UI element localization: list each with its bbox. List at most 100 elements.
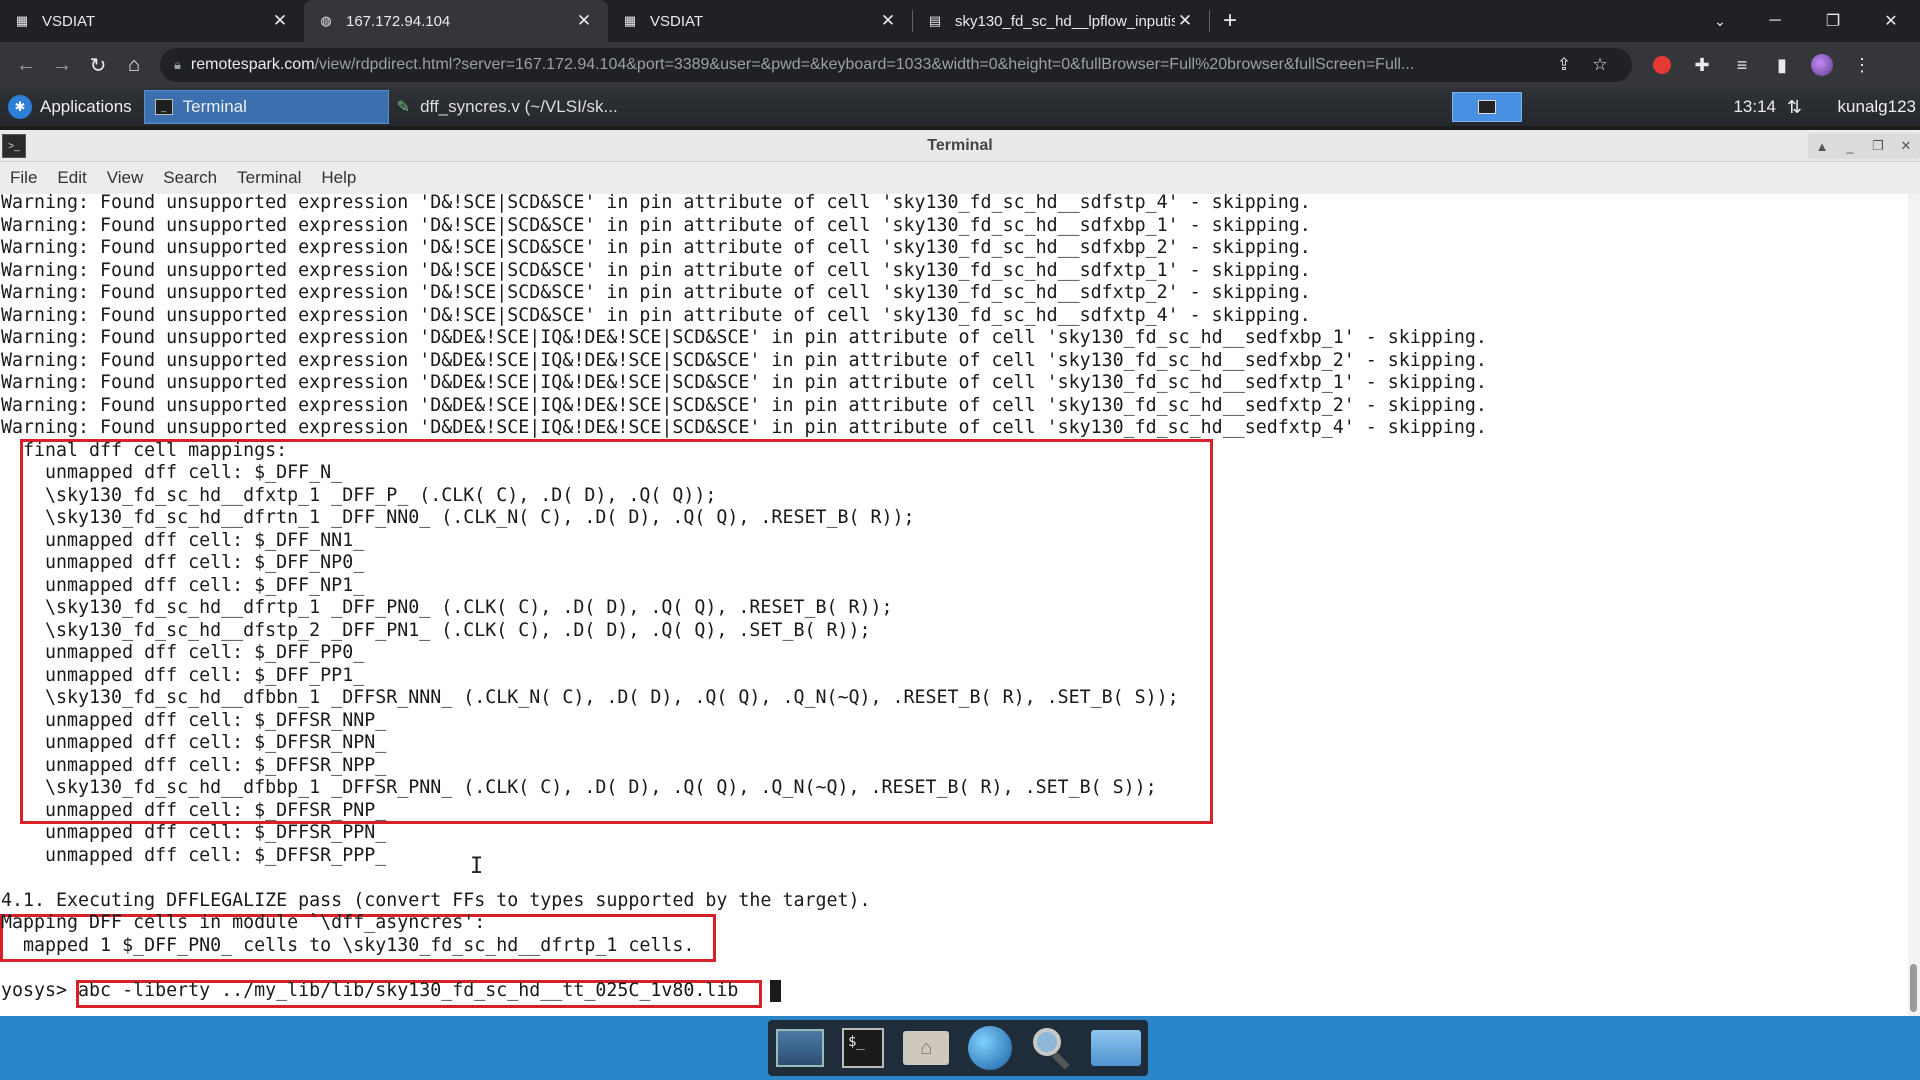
reload-icon[interactable]: ↻: [80, 47, 116, 83]
terminal-line: Warning: Found unsupported expression 'D…: [1, 394, 1487, 416]
dock-file-manager[interactable]: [1090, 1024, 1142, 1072]
home-folder-icon: ⌂: [903, 1031, 950, 1065]
tab-title: VSDIAT: [650, 12, 704, 30]
terminal-line: unmapped dff cell: $_DFF_PP0_: [1, 642, 365, 663]
browser-tab-strip: ▦ VSDIAT ✕ ◍ 167.172.94.104 ✕ ▦ VSDIAT ✕…: [0, 0, 1920, 42]
terminal-line: unmapped dff cell: $_DFFSR_NPP_: [1, 754, 387, 776]
terminal-icon: _: [154, 99, 173, 115]
lock-icon: 🔒︎: [174, 57, 181, 72]
dock-web-browser[interactable]: [964, 1024, 1016, 1072]
taskbar-item-terminal[interactable]: _ Terminal: [143, 90, 389, 124]
adblock-extension-icon[interactable]: [1642, 47, 1682, 83]
dock-home-folder[interactable]: ⌂: [900, 1024, 952, 1072]
terminal-line: \sky130_fd_sc_hd__dfstp_2 _DFF_PN1_ (.CL…: [1, 619, 871, 641]
terminal-line: unmapped dff cell: $_DFFSR_NPN_: [1, 732, 387, 753]
dock-terminal[interactable]: $_: [837, 1024, 889, 1072]
terminal-line: unmapped dff cell: $_DFFSR_NNP_: [1, 709, 387, 731]
terminal-line: final dff cell mappings:: [1, 439, 288, 461]
side-panel-icon[interactable]: ▮: [1762, 47, 1802, 83]
url-path: /view/rdpdirect.html?server=167.172.94.1…: [314, 56, 1415, 73]
menu-edit[interactable]: Edit: [47, 168, 96, 188]
close-icon[interactable]: ✕: [574, 11, 594, 31]
vsd-icon: ▦: [623, 13, 637, 28]
web-browser-icon: [967, 1026, 1012, 1070]
clock: 13:14: [1733, 97, 1776, 116]
bookmark-star-icon[interactable]: ☆: [1582, 55, 1618, 75]
terminal-line: Warning: Found unsupported expression 'D…: [1, 237, 1311, 258]
dock-launchers: $_ ⌂: [768, 1020, 1148, 1076]
dock-show-desktop[interactable]: [774, 1024, 826, 1072]
doc-icon: ▤: [928, 13, 942, 28]
back-icon[interactable]: ←: [8, 47, 44, 83]
menu-help[interactable]: Help: [311, 168, 366, 188]
taskbar-item-label: Terminal: [182, 97, 247, 116]
terminal-output[interactable]: I Warning: Found unsupported expression …: [0, 194, 1908, 1016]
share-icon[interactable]: ⇪: [1546, 55, 1582, 75]
dock-app-finder[interactable]: [1027, 1024, 1079, 1072]
applications-menu-button[interactable]: ✱ Applications: [0, 88, 140, 126]
prompt-line: yosys> abc -liberty ../my_lib/lib/sky130…: [1, 980, 738, 1002]
terminal-line: unmapped dff cell: $_DFFSR_PPP_: [1, 844, 387, 866]
minimize-icon[interactable]: ─: [1746, 0, 1804, 42]
url-host: remotespark.com: [190, 56, 315, 73]
shell-prompt: yosys>: [1, 979, 79, 1001]
terminal-line: Warning: Found unsupported expression 'D…: [1, 214, 1311, 236]
minimize-icon[interactable]: _: [1836, 133, 1864, 159]
restore-icon[interactable]: ❐: [1804, 0, 1862, 42]
terminal-line: Warning: Found unsupported expression 'D…: [1, 259, 1311, 281]
browser-tab-2[interactable]: ◍ 167.172.94.104 ✕: [304, 0, 608, 42]
terminal-line: unmapped dff cell: $_DFF_NP0_: [1, 552, 365, 573]
new-tab-button[interactable]: +: [1210, 0, 1250, 42]
bottom-dock: $_ ⌂: [0, 1016, 1920, 1080]
terminal-menubar: File Edit View Search Terminal Help: [0, 162, 1920, 194]
terminal-line: \sky130_fd_sc_hd__dfrtp_1 _DFF_PN0_ (.CL…: [1, 597, 893, 618]
terminal-line: Warning: Found unsupported expression 'D…: [1, 417, 1487, 438]
extensions-puzzle-icon[interactable]: ✚: [1682, 47, 1722, 83]
desktop-icon: [775, 1029, 824, 1067]
menu-terminal[interactable]: Terminal: [227, 168, 311, 188]
terminal-line: \sky130_fd_sc_hd__dfrtn_1 _DFF_NN0_ (.CL…: [1, 507, 915, 528]
browser-tab-1[interactable]: ▦ VSDIAT ✕: [0, 0, 304, 42]
close-icon[interactable]: ✕: [1892, 133, 1920, 159]
forward-icon[interactable]: →: [44, 47, 80, 83]
workspace-switcher[interactable]: [1452, 92, 1522, 122]
taskbar-item-editor[interactable]: ✎ dff_syncres.v (~/VLSI/sk...: [397, 97, 637, 117]
terminal-line: unmapped dff cell: $_DFF_N_: [1, 462, 343, 483]
browser-toolbar: ← → ↻ ⌂ 🔒︎ remotespark.com/view/rdpdirec…: [0, 42, 1920, 88]
magnifier-icon: [1031, 1026, 1075, 1070]
home-icon[interactable]: ⌂: [116, 47, 152, 83]
workspace-window-icon: [1478, 100, 1496, 114]
maximize-icon[interactable]: ❐: [1864, 133, 1892, 159]
folder-icon: [1091, 1030, 1142, 1066]
shade-up-icon[interactable]: ▲: [1808, 133, 1836, 159]
menu-view[interactable]: View: [97, 168, 154, 188]
browser-tab-3[interactable]: ▦ VSDIAT ✕: [608, 0, 912, 42]
close-icon[interactable]: ✕: [878, 11, 898, 31]
browser-tab-4[interactable]: ▤ sky130_fd_sc_hd__lpflow_inputisc ✕: [913, 0, 1209, 42]
terminal-scrollbar[interactable]: [1908, 194, 1920, 1016]
terminal-line: unmapped dff cell: $_DFF_NN1_: [1, 529, 365, 551]
close-icon[interactable]: ✕: [270, 11, 290, 31]
terminal-window-controls: ▲ _ ❐ ✕: [1808, 133, 1920, 159]
terminal-line: unmapped dff cell: $_DFFSR_PNP_: [1, 799, 387, 821]
command-input[interactable]: abc -liberty ../my_lib/lib/sky130_fd_sc_…: [78, 980, 738, 1001]
tab-title: VSDIAT: [42, 12, 96, 30]
scrollbar-thumb[interactable]: [1910, 964, 1917, 1012]
text-cursor-ibeam-icon: I: [470, 854, 484, 879]
terminal-line: \sky130_fd_sc_hd__dfbbn_1 _DFFSR_NNN_ (.…: [1, 687, 1179, 708]
user-name[interactable]: kunalg123: [1838, 88, 1916, 126]
tab-search-chevron-icon[interactable]: ⌄: [1700, 0, 1740, 42]
terminal-line: 4.1. Executing DFFLEGALIZE pass (convert…: [1, 889, 871, 911]
menu-file[interactable]: File: [0, 168, 47, 188]
terminal-line: Warning: Found unsupported expression 'D…: [1, 194, 1311, 213]
profile-avatar[interactable]: [1802, 47, 1842, 83]
close-icon[interactable]: ✕: [1175, 11, 1195, 31]
terminal-line: Mapping DFF cells in module `\dff_asyncr…: [1, 912, 486, 933]
close-window-icon[interactable]: ✕: [1862, 0, 1920, 42]
address-bar[interactable]: 🔒︎ remotespark.com/view/rdpdirect.html?s…: [160, 48, 1632, 82]
media-queue-icon[interactable]: ≡: [1722, 47, 1762, 83]
network-icon[interactable]: ⇅: [1787, 88, 1802, 126]
menu-search[interactable]: Search: [153, 168, 227, 188]
more-menu-icon[interactable]: ⋮: [1842, 47, 1882, 83]
terminal-titlebar[interactable]: >_ Terminal ▲ _ ❐ ✕: [0, 130, 1920, 162]
